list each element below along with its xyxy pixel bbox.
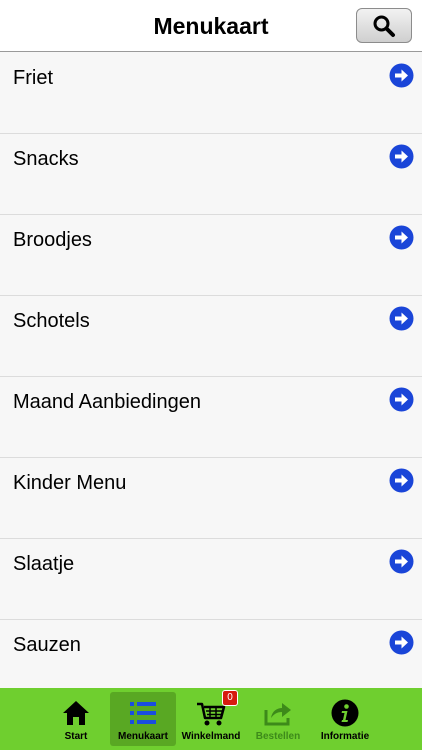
tab-bestellen[interactable]: Bestellen bbox=[245, 688, 311, 750]
menu-item-label: Kinder Menu bbox=[13, 472, 127, 494]
tab-winkelmand[interactable]: 0 Winkelmand bbox=[178, 688, 244, 750]
menu-item-label: Sauzen bbox=[13, 634, 81, 656]
list-icon bbox=[128, 698, 158, 728]
menu-item-friet[interactable]: Friet bbox=[0, 53, 422, 134]
tab-label: Winkelmand bbox=[181, 731, 241, 742]
tab-bar: Start Menukaart 0 Winkelmand Bestellen I… bbox=[0, 688, 422, 750]
menu-item-label: Snacks bbox=[13, 148, 79, 170]
home-icon bbox=[61, 698, 91, 728]
menu-item-maand-aanbiedingen[interactable]: Maand Aanbiedingen bbox=[0, 377, 422, 458]
tab-label: Start bbox=[64, 731, 88, 742]
menu-item-label: Maand Aanbiedingen bbox=[13, 391, 201, 413]
tab-menukaart[interactable]: Menukaart bbox=[110, 688, 176, 750]
arrow-right-circle-icon bbox=[389, 306, 414, 331]
menu-item-label: Broodjes bbox=[13, 229, 92, 251]
arrow-right-circle-icon bbox=[389, 549, 414, 574]
arrow-right-circle-icon bbox=[389, 387, 414, 412]
tab-start[interactable]: Start bbox=[43, 688, 109, 750]
menu-item-kinder-menu[interactable]: Kinder Menu bbox=[0, 458, 422, 539]
menu-item-label: Slaatje bbox=[13, 553, 75, 575]
arrow-right-circle-icon bbox=[389, 468, 414, 493]
arrow-right-circle-icon bbox=[389, 225, 414, 250]
tab-label: Menukaart bbox=[117, 731, 168, 742]
menu-item-snacks[interactable]: Snacks bbox=[0, 134, 422, 215]
header: Menukaart bbox=[0, 0, 422, 52]
share-icon bbox=[263, 698, 293, 728]
arrow-right-circle-icon bbox=[389, 63, 414, 88]
tab-label: Bestellen bbox=[255, 731, 301, 742]
cart-count-badge: 0 bbox=[222, 690, 238, 706]
menu-item-broodjes[interactable]: Broodjes bbox=[0, 215, 422, 296]
menu-item-label: Friet bbox=[13, 67, 53, 89]
search-button[interactable] bbox=[356, 8, 412, 43]
info-icon bbox=[330, 698, 360, 728]
arrow-right-circle-icon bbox=[389, 630, 414, 655]
menu-item-slaatje[interactable]: Slaatje bbox=[0, 539, 422, 620]
tab-label: Informatie bbox=[320, 731, 370, 742]
menu-item-label: Schotels bbox=[13, 310, 90, 332]
menu-list: Friet Snacks Broodjes Schotels Maand Aan… bbox=[0, 53, 422, 688]
tab-informatie[interactable]: Informatie bbox=[312, 688, 378, 750]
arrow-right-circle-icon bbox=[389, 144, 414, 169]
menu-item-sauzen[interactable]: Sauzen bbox=[0, 620, 422, 688]
search-icon bbox=[373, 15, 395, 37]
menu-item-schotels[interactable]: Schotels bbox=[0, 296, 422, 377]
cart-icon: 0 bbox=[196, 690, 238, 728]
